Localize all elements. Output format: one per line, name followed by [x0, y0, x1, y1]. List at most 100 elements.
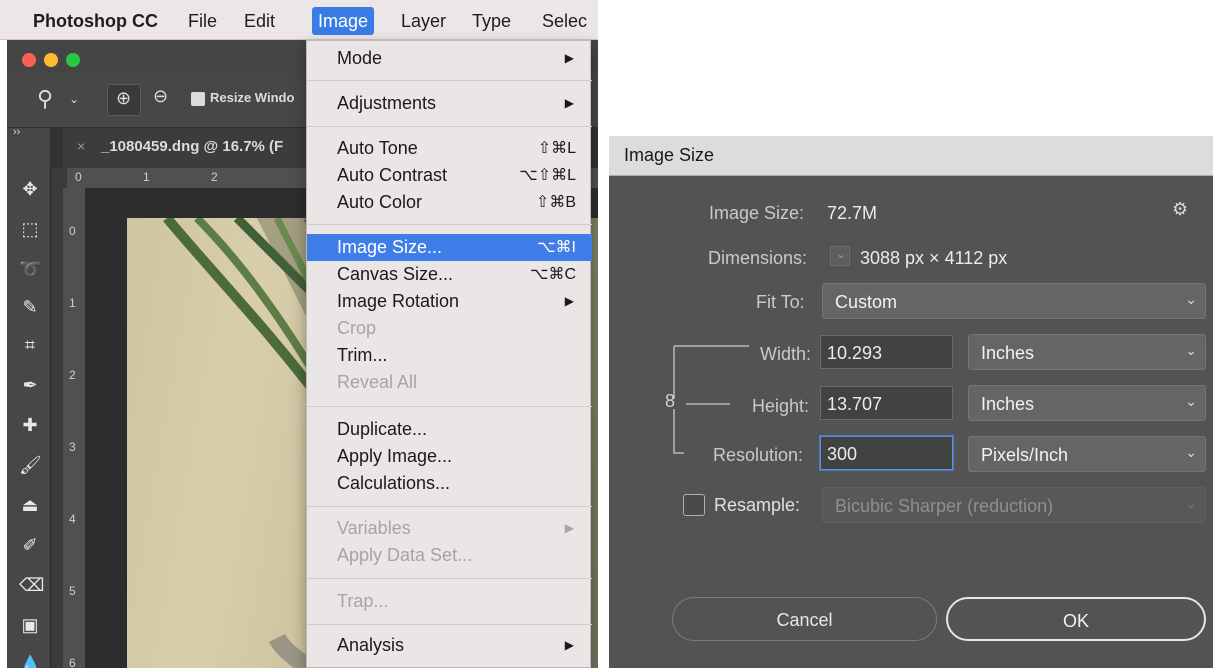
link-icon[interactable]: 8	[665, 391, 675, 412]
menu-item-label: Apply Data Set...	[337, 545, 473, 565]
marquee-tool-icon[interactable]: ⬚	[19, 218, 41, 240]
menu-item-calculations[interactable]: Calculations...	[307, 470, 592, 497]
chevron-down-icon: ⌄	[1185, 495, 1197, 511]
menu-item-label: Canvas Size...	[337, 264, 454, 284]
clone-stamp-tool-icon[interactable]: ⏏	[19, 494, 41, 516]
menu-item-canvas-size[interactable]: Canvas Size... ⌥⌘C	[307, 261, 592, 288]
menu-separator	[307, 126, 592, 127]
crop-tool-icon[interactable]: ⌗	[19, 334, 41, 356]
ruler-label: 0	[75, 170, 82, 184]
resample-label: Resample:	[714, 495, 801, 515]
menu-layer[interactable]: Layer	[395, 7, 452, 35]
ruler-label: 6	[69, 656, 76, 668]
fit-to-select[interactable]: Custom ⌄	[822, 283, 1206, 319]
minimize-window-button[interactable]	[44, 53, 58, 67]
menu-item-auto-tone[interactable]: Auto Tone ⇧⌘L	[307, 135, 592, 162]
menu-item-auto-contrast[interactable]: Auto Contrast ⌥⇧⌘L	[307, 162, 592, 189]
lasso-tool-icon[interactable]: ➰	[19, 258, 41, 280]
eyedropper-tool-icon[interactable]: ✒	[19, 374, 41, 396]
healing-brush-tool-icon[interactable]: ✚	[19, 414, 41, 436]
submenu-arrow-icon: ▶	[564, 521, 574, 535]
resolution-label: Resolution:	[713, 445, 804, 465]
close-tab-icon[interactable]: ×	[77, 138, 85, 154]
ruler-label: 4	[69, 512, 76, 526]
height-value: 13.707	[827, 394, 883, 414]
eraser-tool-icon[interactable]: ⌫	[19, 574, 44, 596]
quick-selection-tool-icon[interactable]: ✎	[19, 296, 41, 318]
menu-separator	[307, 224, 592, 225]
fit-to-label: Fit To:	[756, 292, 805, 312]
chevron-down-icon: ⌄	[1185, 291, 1197, 307]
zoom-tool-icon[interactable]: ⚲	[37, 86, 53, 112]
blur-tool-icon[interactable]: 💧	[19, 654, 41, 668]
gear-icon[interactable]: ⚙	[1172, 199, 1188, 220]
menu-item-image-rotation[interactable]: Image Rotation ▶	[307, 288, 592, 315]
menu-item-label: Auto Contrast	[337, 165, 448, 185]
zoom-window-button[interactable]	[66, 53, 80, 67]
menu-item-auto-color[interactable]: Auto Color ⇧⌘B	[307, 189, 592, 216]
menu-item-shortcut: ⌥⌘I	[537, 239, 576, 256]
menu-item-shortcut: ⇧⌘L	[537, 140, 576, 157]
menu-item-crop: Crop	[307, 315, 592, 342]
menu-item-label: Trim...	[337, 345, 388, 365]
width-label: Width:	[760, 344, 812, 364]
menu-edit[interactable]: Edit	[238, 7, 281, 35]
gradient-tool-icon[interactable]: ▣	[19, 614, 41, 636]
height-input[interactable]: 13.707	[820, 386, 953, 420]
cancel-button[interactable]: Cancel	[672, 597, 937, 641]
menu-bar: Photoshop CC File Edit Image Layer Type …	[0, 0, 598, 40]
resize-windows-checkbox[interactable]	[191, 92, 205, 106]
menu-item-apply-image[interactable]: Apply Image...	[307, 443, 592, 470]
menu-app-name[interactable]: Photoshop CC	[27, 7, 164, 35]
ok-button[interactable]: OK	[946, 597, 1206, 641]
resolution-input[interactable]: 300	[820, 436, 953, 470]
move-tool-icon[interactable]: ✥	[19, 178, 41, 200]
image-size-dialog: Image Size Image Size: 72.7M ⚙ Dimension…	[609, 136, 1213, 668]
menu-type[interactable]: Type	[466, 7, 517, 35]
menu-select[interactable]: Selec	[536, 7, 593, 35]
submenu-arrow-icon: ▶	[564, 638, 574, 652]
collapse-panel-icon[interactable]: ››	[13, 126, 20, 138]
resize-windows-label: Resize Windo	[210, 90, 295, 105]
dimensions-unit-dropdown[interactable]: ⌄	[830, 246, 850, 266]
menu-item-label: Reveal All	[337, 372, 418, 392]
submenu-arrow-icon: ▶	[564, 51, 574, 65]
height-label: Height:	[752, 396, 810, 416]
submenu-arrow-icon: ▶	[564, 96, 574, 110]
resample-method-select: Bicubic Sharper (reduction) ⌄	[822, 487, 1206, 523]
menu-file[interactable]: File	[182, 7, 223, 35]
ruler-label: 2	[69, 368, 76, 382]
image-size-value: 72.7M	[827, 203, 878, 223]
brush-tool-icon[interactable]: 🖌	[19, 454, 42, 476]
zoom-out-icon[interactable]: ⊖	[153, 86, 168, 107]
constrain-bracket	[673, 345, 749, 454]
resample-checkbox[interactable]	[683, 494, 705, 516]
history-brush-tool-icon[interactable]: ✐	[19, 534, 41, 556]
menu-item-label: Image Size...	[337, 237, 443, 257]
photoshop-app: Photoshop CC File Edit Image Layer Type …	[0, 0, 598, 668]
zoom-in-button[interactable]: ⊕	[107, 84, 141, 116]
menu-item-duplicate[interactable]: Duplicate...	[307, 416, 592, 443]
menu-item-adjustments[interactable]: Adjustments ▶	[307, 90, 592, 117]
chevron-down-icon[interactable]: ⌄	[69, 92, 79, 106]
menu-item-analysis[interactable]: Analysis ▶	[307, 632, 592, 659]
close-window-button[interactable]	[22, 53, 36, 67]
menu-item-label: Adjustments	[337, 93, 437, 113]
submenu-arrow-icon: ▶	[564, 294, 574, 308]
width-unit-select[interactable]: Inches ⌄	[968, 334, 1206, 370]
menu-item-trim[interactable]: Trim...	[307, 342, 592, 369]
chevron-down-icon: ⌄	[1185, 393, 1197, 409]
menu-item-label: Calculations...	[337, 473, 451, 493]
height-unit-select[interactable]: Inches ⌄	[968, 385, 1206, 421]
dialog-titlebar: Image Size	[609, 136, 1213, 176]
menu-item-image-size[interactable]: Image Size... ⌥⌘I	[307, 234, 592, 261]
width-input[interactable]: 10.293	[820, 335, 953, 369]
menu-item-mode[interactable]: Mode ▶	[307, 45, 592, 72]
menu-image[interactable]: Image	[312, 7, 375, 35]
menu-separator	[307, 578, 592, 579]
document-tab-title: _1080459.dng @ 16.7% (F	[101, 138, 284, 155]
menu-item-shortcut: ⇧⌘B	[535, 194, 576, 211]
resolution-value: 300	[827, 444, 858, 464]
menu-item-apply-data-set: Apply Data Set...	[307, 542, 592, 569]
resolution-unit-select[interactable]: Pixels/Inch ⌄	[968, 436, 1206, 472]
